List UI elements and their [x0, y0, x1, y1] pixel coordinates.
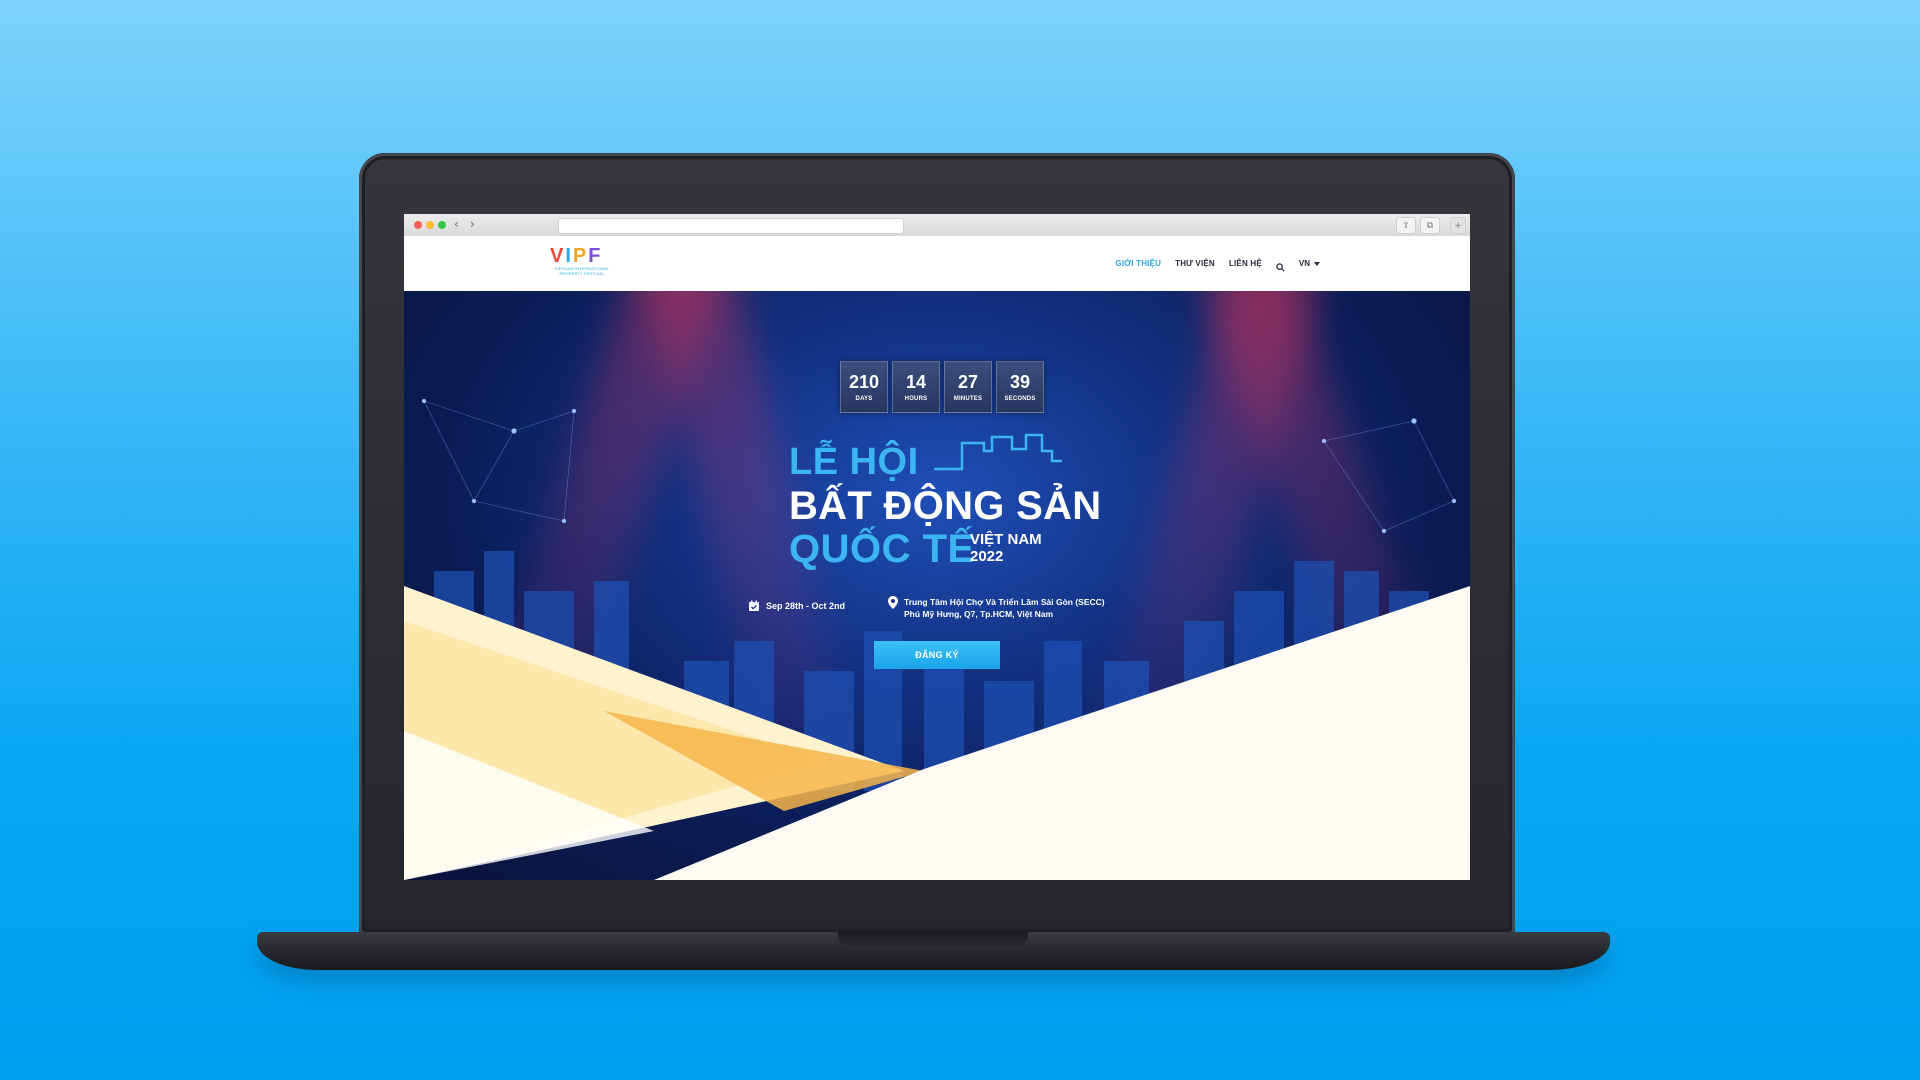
laptop-screen: ‹ › ⇪ ⧉ + VIPF VIETNAM INTERNATIONAL PRO…	[404, 214, 1470, 880]
countdown-minutes: 27 MINUTES	[944, 361, 992, 413]
address-bar[interactable]	[558, 218, 904, 234]
countdown-value: 210	[848, 372, 880, 392]
hero-title-line3: QUỐC TẾ	[789, 527, 975, 571]
nav-item-gioi-thieu[interactable]: GIỚI THIỆU	[1115, 259, 1161, 268]
logo-letter: I	[565, 245, 571, 267]
countdown-label: SECONDS	[1004, 396, 1036, 402]
hero-banner: 210 DAYS 14 HOURS 27 MINUTES 39 SECONDS …	[404, 291, 1470, 880]
year-label: 2022	[970, 548, 1004, 565]
share-icon[interactable]: ⇪	[1396, 217, 1416, 234]
logo-letters: VIPF	[550, 244, 620, 266]
countdown-hours: 14 HOURS	[892, 361, 940, 413]
location-line1: Trung Tâm Hội Chợ Và Triển Lãm Sài Gòn (…	[904, 597, 1105, 607]
country-label: VIỆT NAM	[970, 531, 1042, 548]
laptop-notch	[838, 932, 1028, 950]
logo-subtitle: VIETNAM INTERNATIONAL PROPERTY FESTIVAL	[554, 266, 610, 276]
location-line2: Phú Mỹ Hưng, Q7, Tp.HCM, Việt Nam	[904, 609, 1054, 619]
tabs-icon[interactable]: ⧉	[1420, 217, 1440, 234]
main-nav: GIỚI THIỆU THƯ VIỆN LIÊN HỆ VN	[1115, 259, 1320, 272]
countdown-label: HOURS	[904, 396, 928, 402]
search-icon[interactable]	[1276, 259, 1285, 272]
maximize-window-button[interactable]	[438, 221, 446, 229]
countdown-value: 14	[905, 372, 927, 392]
countdown-days: 210 DAYS	[840, 361, 888, 413]
countdown-value: 27	[957, 372, 979, 392]
site-header: VIPF VIETNAM INTERNATIONAL PROPERTY FEST…	[404, 236, 1470, 291]
hero-title-line2: BẤT ĐỘNG SẢN	[789, 484, 1102, 528]
chevron-left-icon[interactable]: ‹	[454, 217, 459, 231]
countdown-label: MINUTES	[953, 396, 983, 402]
countdown-value: 39	[1009, 372, 1031, 392]
register-button[interactable]: ĐĂNG KÝ	[874, 641, 1000, 669]
location-pin-icon	[888, 596, 898, 609]
calendar-icon	[749, 600, 759, 611]
countdown-seconds: 39 SECONDS	[996, 361, 1044, 413]
language-selector[interactable]: VN	[1299, 259, 1320, 268]
event-date-text: Sep 28th - Oct 2nd	[766, 601, 846, 611]
language-label: VN	[1298, 259, 1310, 268]
hero-title-line1: LỄ HỘI	[789, 441, 919, 483]
plus-icon[interactable]: +	[1450, 217, 1466, 234]
minimize-window-button[interactable]	[426, 221, 434, 229]
chevron-right-icon[interactable]: ›	[470, 217, 475, 231]
nav-item-lien-he[interactable]: LIÊN HỆ	[1229, 259, 1262, 268]
logo-letter: F	[588, 245, 601, 267]
skyline-outline-icon	[934, 433, 1062, 471]
nav-item-thu-vien[interactable]: THƯ VIỆN	[1175, 259, 1215, 268]
logo-letter: P	[572, 245, 587, 267]
chevron-down-icon	[1314, 261, 1320, 266]
countdown-label: DAYS	[855, 396, 873, 402]
browser-toolbar: ‹ › ⇪ ⧉ +	[404, 214, 1470, 237]
event-date: Sep 28th - Oct 2nd	[748, 600, 845, 612]
event-location: Trung Tâm Hội Chợ Và Triển Lãm Sài Gòn (…	[888, 596, 1105, 620]
close-window-button[interactable]	[414, 221, 422, 229]
hero-title-country: VIỆT NAM 2022	[970, 531, 1042, 565]
logo-letter: V	[550, 245, 564, 267]
site-logo[interactable]: VIPF VIETNAM INTERNATIONAL PROPERTY FEST…	[550, 244, 620, 284]
countdown-timer: 210 DAYS 14 HOURS 27 MINUTES 39 SECONDS	[840, 361, 1044, 413]
